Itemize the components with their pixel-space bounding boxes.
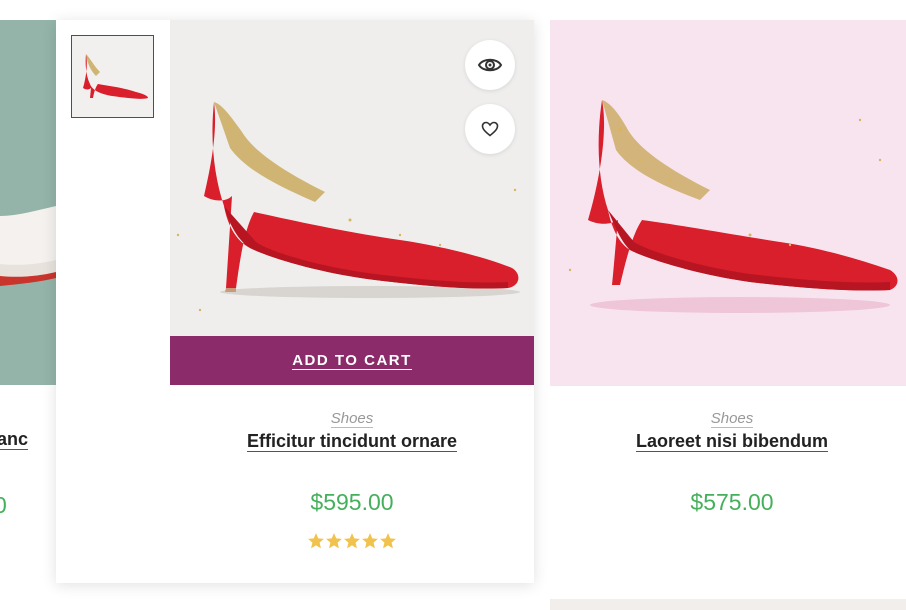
star-icon xyxy=(308,533,324,549)
product-title[interactable]: Laoreet nisi bibendum xyxy=(635,431,829,452)
white-shoe-image xyxy=(0,206,56,286)
next-row-image-edge xyxy=(550,599,906,610)
product-price: 0 xyxy=(0,492,7,518)
product-price: $575.00 xyxy=(690,489,774,515)
add-to-cart-label: ADD TO CART xyxy=(292,352,412,370)
heart-icon xyxy=(481,121,499,137)
rating-stars xyxy=(170,532,534,550)
add-to-cart-button[interactable]: ADD TO CART xyxy=(170,336,534,385)
product-info: Shoes Efficitur tincidunt ornare $595.00 xyxy=(170,410,534,549)
thumbnail-column xyxy=(56,20,170,386)
red-glitter-heel-image xyxy=(568,100,898,313)
product-price: $595.00 xyxy=(310,489,394,515)
product-info: Shoes Laoreet nisi bibendum $575.00 xyxy=(550,410,906,515)
star-icon xyxy=(326,533,342,549)
product-category[interactable]: Shoes xyxy=(330,411,374,428)
product-card-center[interactable]: ADD TO CART Shoes Efficitur tincidunt or… xyxy=(56,20,534,583)
product-thumbnail[interactable] xyxy=(71,35,154,118)
product-title[interactable]: s blanc xyxy=(0,429,29,450)
heel-thumbnail-image xyxy=(83,54,148,99)
eye-icon xyxy=(477,58,503,72)
product-image[interactable] xyxy=(550,20,906,386)
star-icon xyxy=(362,533,378,549)
product-title[interactable]: Efficitur tincidunt ornare xyxy=(246,431,457,452)
star-icon xyxy=(344,533,360,549)
product-category[interactable]: Shoes xyxy=(710,411,754,428)
product-card-right[interactable]: Shoes Laoreet nisi bibendum $575.00 xyxy=(550,20,906,610)
product-card-left[interactable]: s blanc 0 xyxy=(0,20,56,610)
product-image[interactable] xyxy=(0,20,56,385)
wishlist-button[interactable] xyxy=(465,104,515,154)
quick-view-button[interactable] xyxy=(465,40,515,90)
star-icon xyxy=(380,533,396,549)
